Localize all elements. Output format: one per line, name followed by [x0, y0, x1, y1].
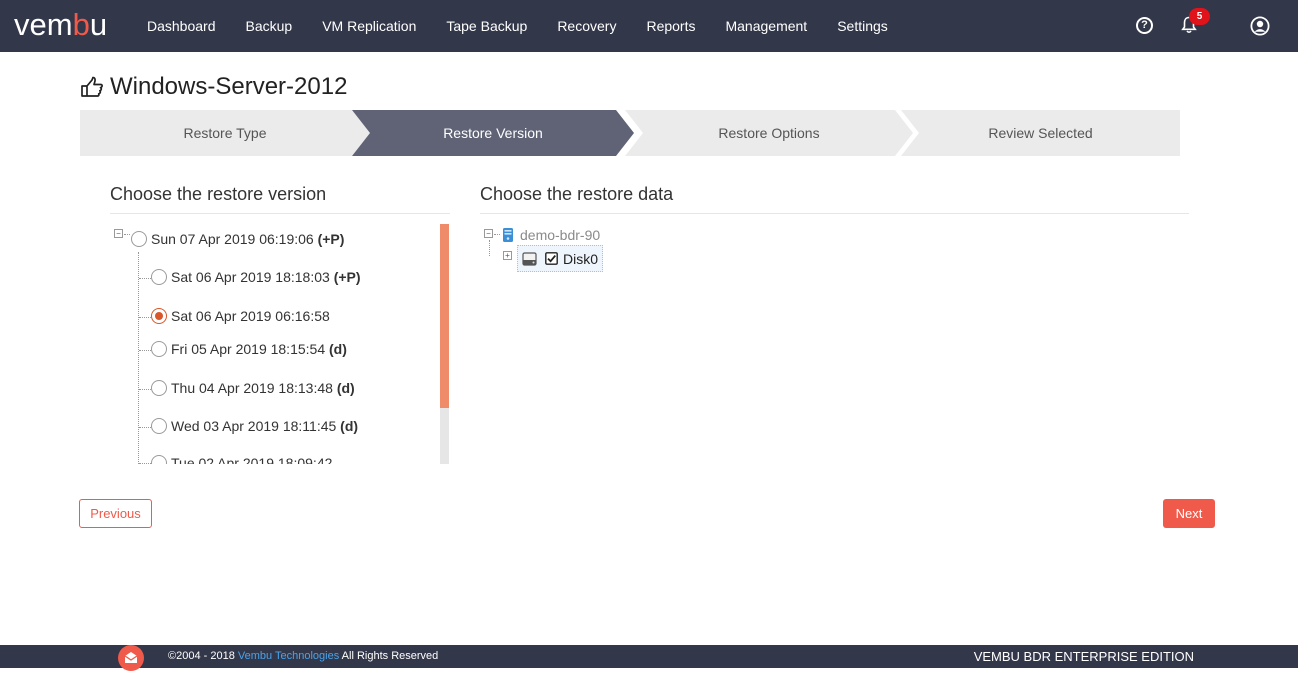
restore-data-heading: Choose the restore data: [480, 184, 674, 204]
tree-connector: [139, 350, 151, 351]
step-restore-version[interactable]: Restore Version: [352, 110, 634, 156]
version-tag: (+P): [317, 231, 345, 247]
tree-connector: [139, 427, 151, 428]
feedback-mail-icon[interactable]: [118, 645, 144, 671]
step-restore-options[interactable]: Restore Options: [625, 110, 913, 156]
nav-recovery[interactable]: Recovery: [542, 0, 631, 52]
host-node[interactable]: demo-bdr-90: [501, 226, 600, 244]
logo-text-b: b: [72, 7, 90, 42]
version-date: Fri 05 Apr 2019 18:15:54: [171, 341, 326, 357]
version-tag: (d): [336, 380, 355, 396]
version-date: Thu 04 Apr 2019 18:13:48: [171, 380, 333, 396]
version-radio[interactable]: [151, 380, 167, 396]
notification-count-badge: 5: [1189, 8, 1210, 25]
version-tag: (d): [340, 418, 359, 434]
logo-text-vem: vem: [14, 7, 73, 42]
step-restore-version-label: Restore Version: [443, 125, 543, 141]
version-date: Wed 03 Apr 2019 18:11:45: [171, 418, 337, 434]
step-restore-options-label: Restore Options: [718, 125, 820, 141]
version-node[interactable]: Wed 03 Apr 2019 18:11:45 (d): [151, 418, 358, 434]
help-icon[interactable]: ?: [1136, 17, 1153, 34]
version-radio[interactable]: [131, 231, 147, 247]
version-date: Tue 02 Apr 2019 18:09:42: [171, 455, 333, 464]
nav-dashboard[interactable]: Dashboard: [132, 0, 231, 52]
version-node[interactable]: Tue 02 Apr 2019 18:09:42: [151, 455, 332, 464]
main-nav: Dashboard Backup VM Replication Tape Bac…: [132, 0, 903, 52]
collapse-icon[interactable]: −: [484, 229, 493, 238]
user-account-icon[interactable]: [1250, 16, 1270, 36]
page-title-text: Windows-Server-2012: [110, 73, 348, 100]
tree-connector: [139, 389, 151, 390]
nav-reports[interactable]: Reports: [631, 0, 710, 52]
expand-icon[interactable]: +: [503, 251, 512, 260]
version-radio[interactable]: [151, 341, 167, 357]
collapse-icon[interactable]: −: [114, 229, 123, 238]
hand-pointer-icon: [81, 76, 103, 97]
divider: [480, 213, 1189, 214]
company-link[interactable]: Vembu Technologies: [238, 650, 339, 662]
version-node[interactable]: Fri 05 Apr 2019 18:15:54 (d): [151, 341, 347, 357]
edition-label: VEMBU BDR ENTERPRISE EDITION: [973, 649, 1194, 664]
version-node-selected[interactable]: Sat 06 Apr 2019 06:16:58: [151, 308, 330, 324]
version-node-root[interactable]: Sun 07 Apr 2019 06:19:06 (+P): [131, 231, 344, 247]
copyright-prefix: ©2004 - 2018: [168, 650, 235, 662]
divider: [110, 213, 450, 214]
version-date: Sun 07 Apr 2019 06:19:06: [151, 231, 314, 247]
nav-vm-replication[interactable]: VM Replication: [307, 0, 431, 52]
version-tag: (d): [329, 341, 347, 357]
page-title: Windows-Server-2012: [80, 72, 347, 102]
tree-connector: [139, 463, 151, 464]
copyright-suffix: All Rights Reserved: [341, 650, 439, 662]
step-review-selected-label: Review Selected: [988, 125, 1093, 141]
nav-backup[interactable]: Backup: [231, 0, 308, 52]
vembu-logo[interactable]: vem b u: [14, 7, 108, 42]
version-node[interactable]: Thu 04 Apr 2019 18:13:48 (d): [151, 380, 355, 396]
version-list-scroll-thumb[interactable]: [440, 224, 449, 408]
version-tag: (+P): [333, 269, 361, 285]
step-review-selected[interactable]: Review Selected: [901, 110, 1180, 156]
version-radio[interactable]: [151, 455, 167, 464]
step-restore-type-label: Restore Type: [183, 125, 267, 141]
nav-tape-backup[interactable]: Tape Backup: [431, 0, 542, 52]
logo-text-u: u: [89, 7, 108, 42]
version-radio-selected[interactable]: [151, 308, 167, 324]
version-node[interactable]: Sat 06 Apr 2019 18:18:03 (+P): [151, 269, 361, 285]
disk-name: Disk0: [563, 250, 599, 267]
server-icon: [503, 228, 513, 242]
tree-connector: [139, 278, 151, 279]
next-button[interactable]: Next: [1163, 499, 1215, 528]
version-date: Sat 06 Apr 2019 18:18:03: [171, 269, 330, 285]
version-date: Sat 06 Apr 2019 06:16:58: [171, 308, 330, 324]
disk-node[interactable]: Disk0: [517, 245, 604, 272]
version-radio[interactable]: [151, 269, 167, 285]
version-radio[interactable]: [151, 418, 167, 434]
tree-connector: [494, 234, 500, 235]
copyright-text: ©2004 - 2018 Vembu Technologies All Righ…: [168, 650, 438, 662]
previous-button[interactable]: Previous: [79, 499, 152, 528]
nav-settings[interactable]: Settings: [822, 0, 903, 52]
tree-connector: [138, 252, 139, 464]
nav-management[interactable]: Management: [710, 0, 822, 52]
restore-version-heading: Choose the restore version: [110, 184, 327, 204]
host-name: demo-bdr-90: [520, 227, 601, 243]
version-tree[interactable]: − Sun 07 Apr 2019 06:19:06 (+P) Sat 06 A…: [110, 222, 440, 464]
restore-wizard-stepper: Restore Type Restore Version Restore Opt…: [80, 110, 1180, 156]
tree-connector: [124, 234, 130, 235]
step-restore-type[interactable]: Restore Type: [80, 110, 370, 156]
disk-icon: [522, 251, 537, 266]
disk-checkbox[interactable]: [545, 252, 558, 265]
tree-connector: [139, 317, 151, 318]
tree-connector: [489, 240, 490, 256]
top-navbar: vem b u Dashboard Backup VM Replication Ta…: [0, 0, 1298, 52]
